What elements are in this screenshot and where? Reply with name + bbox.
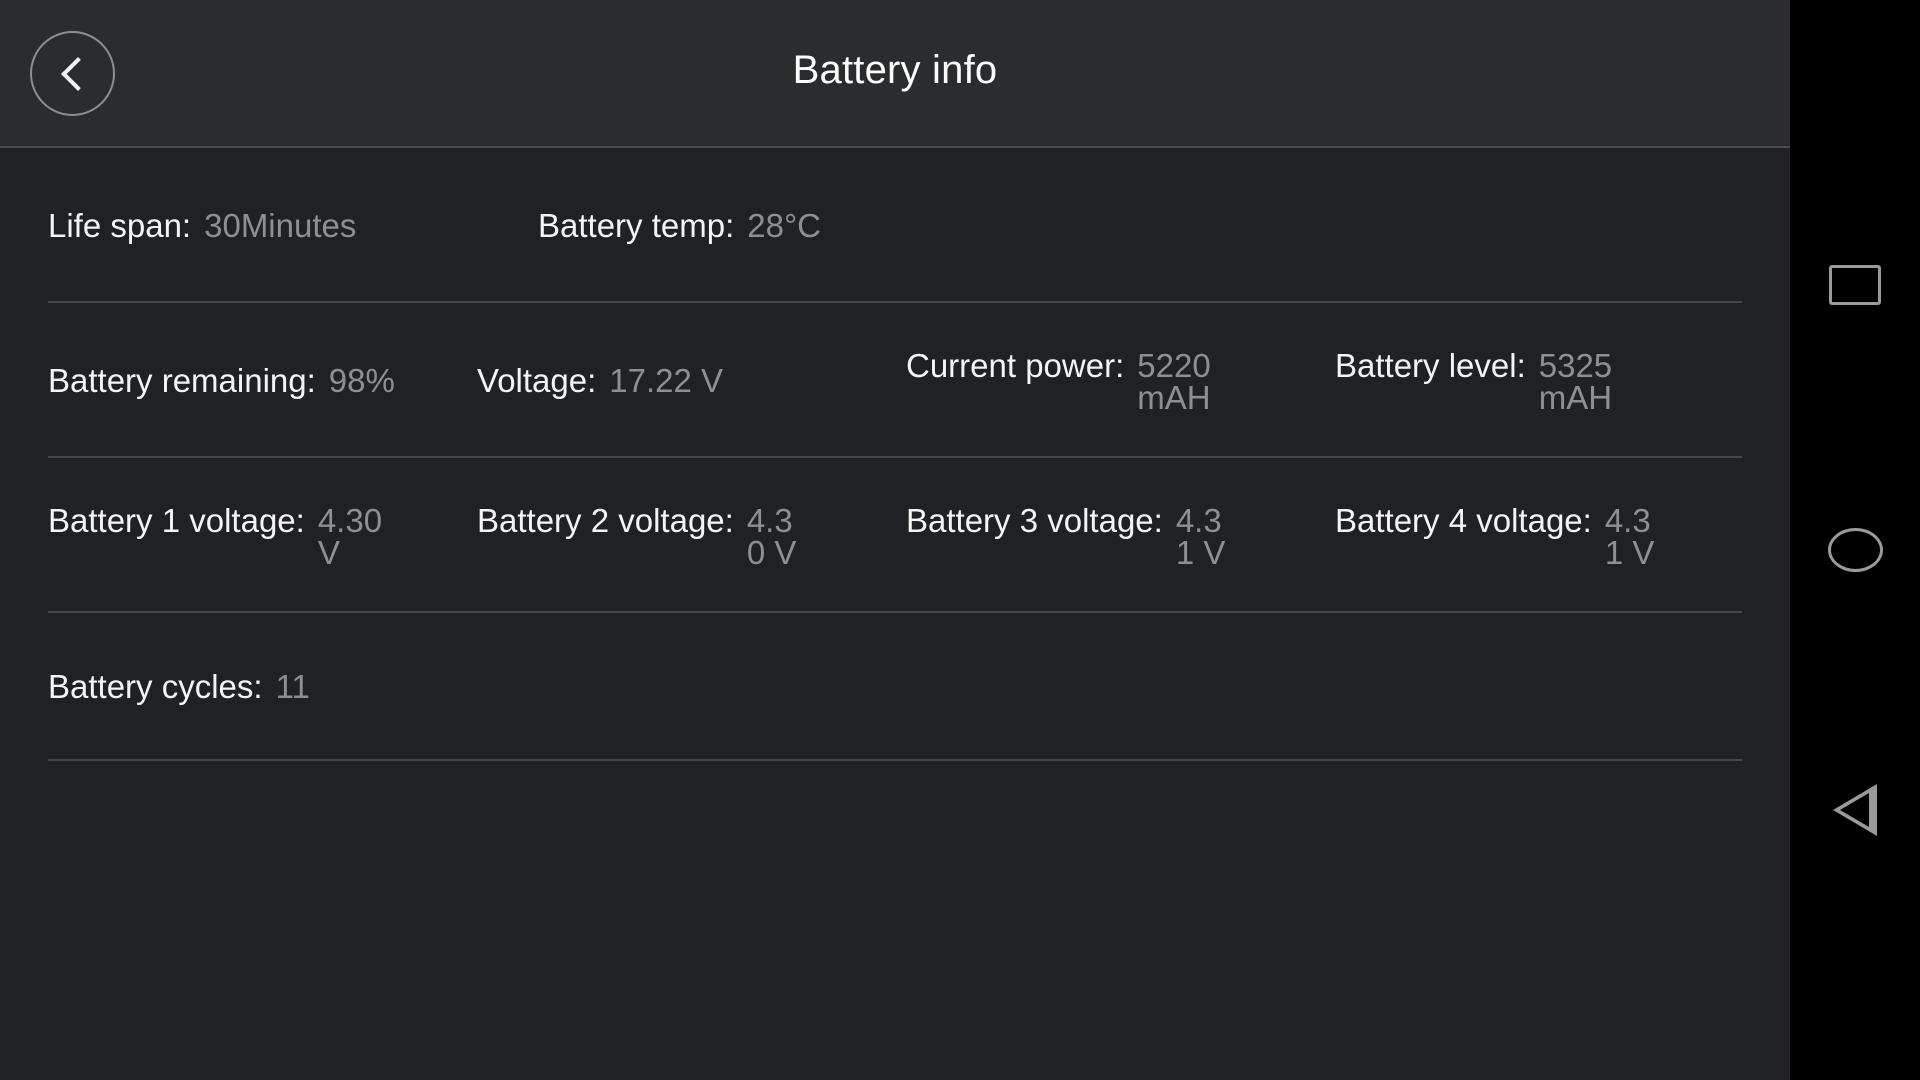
square-recents-icon <box>1829 265 1881 305</box>
field-life-span: Life span: 30Minutes <box>48 207 538 245</box>
field-battery-cycles: Battery cycles: 11 <box>48 668 538 706</box>
nav-back-button[interactable] <box>1790 755 1920 865</box>
field-label: Battery level: <box>1335 346 1526 384</box>
field-label: Battery 3 voltage: <box>906 501 1163 539</box>
field-label: Battery cycles: <box>48 668 263 705</box>
triangle-back-icon <box>1833 784 1877 836</box>
field-value: 5325 mAH <box>1538 346 1613 416</box>
field-label: Battery 4 voltage: <box>1335 501 1592 539</box>
nav-home-button[interactable] <box>1790 495 1920 605</box>
field-label: Battery 1 voltage: <box>48 501 305 539</box>
page-title: Battery info <box>792 48 998 92</box>
field-value: 28°C <box>747 206 821 244</box>
table-row: Life span: 30Minutes Battery temp: 28°C <box>0 148 1790 303</box>
battery-info-list: Life span: 30Minutes Battery temp: 28°C … <box>0 148 1790 761</box>
screen: Battery info Life span: 30Minutes Batter… <box>0 0 1920 1080</box>
table-row: Battery remaining: 98% Voltage: 17.22 V … <box>0 303 1790 458</box>
circle-home-icon <box>1827 528 1883 572</box>
field-value: 4.31 V <box>1175 501 1226 571</box>
field-battery-temp: Battery temp: 28°C <box>538 207 1028 245</box>
field-value: 11 <box>275 668 310 705</box>
field-label: Voltage: <box>477 361 597 399</box>
field-value: 4.30 V <box>746 501 797 571</box>
field-battery-1-voltage: Battery 1 voltage: 4.30 V <box>48 502 477 570</box>
field-value: 5220 mAH <box>1137 346 1211 416</box>
field-voltage: Voltage: 17.22 V <box>477 362 906 400</box>
table-row: Battery cycles: 11 <box>0 613 1790 761</box>
battery-info-app: Battery info Life span: 30Minutes Batter… <box>0 0 1790 1080</box>
table-row: Battery 1 voltage: 4.30 V Battery 2 volt… <box>0 458 1790 613</box>
field-label: Current power: <box>906 346 1125 384</box>
field-label: Battery remaining: <box>48 361 316 399</box>
field-battery-3-voltage: Battery 3 voltage: 4.31 V <box>906 502 1335 570</box>
app-header: Battery info <box>0 0 1790 148</box>
field-value: 17.22 V <box>609 361 724 399</box>
field-battery-4-voltage: Battery 4 voltage: 4.31 V <box>1335 502 1764 570</box>
field-label: Battery temp: <box>538 206 735 244</box>
nav-recents-button[interactable] <box>1790 230 1920 340</box>
field-battery-2-voltage: Battery 2 voltage: 4.30 V <box>477 502 906 570</box>
android-navigation-bar <box>1790 0 1920 1080</box>
field-battery-remaining: Battery remaining: 98% <box>48 362 477 400</box>
field-label: Life span: <box>48 206 192 244</box>
field-value: 98% <box>328 361 395 399</box>
field-value: 30Minutes <box>204 206 357 244</box>
field-battery-level: Battery level: 5325 mAH <box>1335 347 1764 415</box>
field-value: 4.30 V <box>317 501 383 571</box>
field-value: 4.31 V <box>1604 501 1655 571</box>
field-current-power: Current power: 5220 mAH <box>906 347 1335 415</box>
field-label: Battery 2 voltage: <box>477 501 734 539</box>
